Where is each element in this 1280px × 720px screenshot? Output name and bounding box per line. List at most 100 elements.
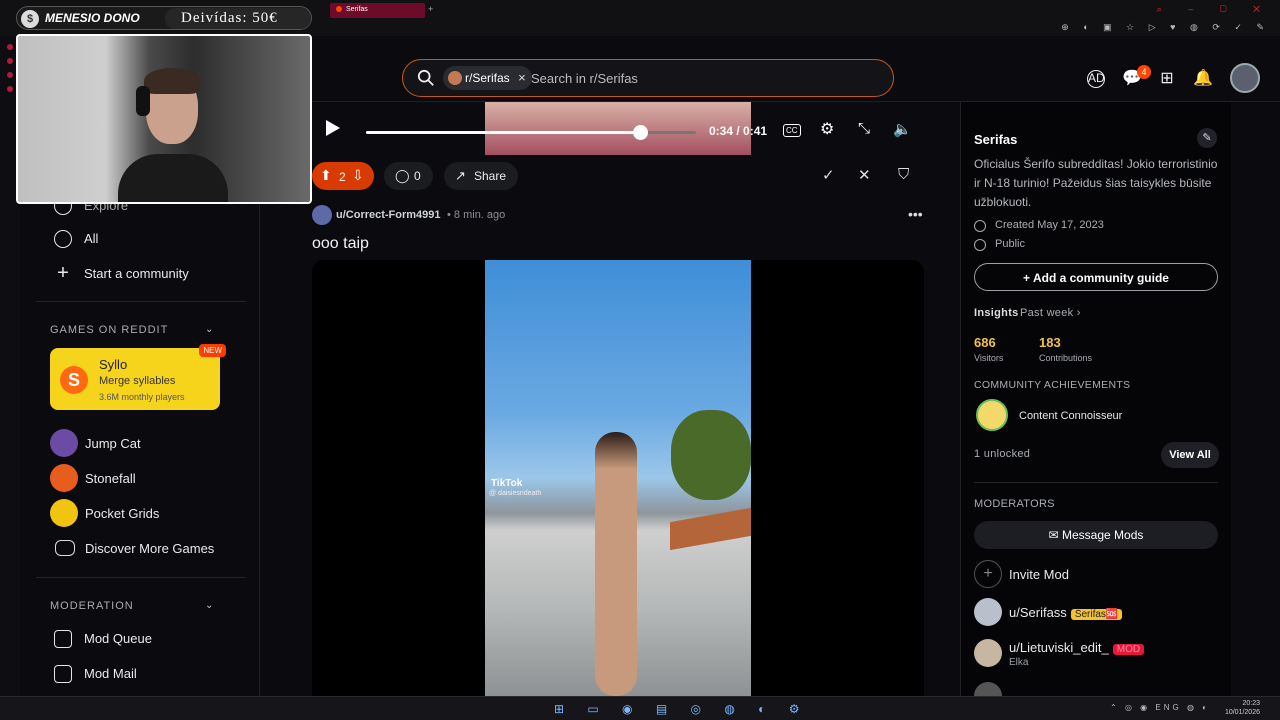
rail-icon[interactable] <box>7 72 13 78</box>
sidebar-item-label: Mod Queue <box>84 631 152 646</box>
upvote-icon[interactable]: ⬆ <box>320 167 332 184</box>
search-input[interactable]: Search in r/Serifas <box>531 71 638 86</box>
all-icon <box>54 230 72 248</box>
pocket-grids-icon <box>50 499 78 527</box>
game-pocket-grids[interactable]: Pocket Grids <box>85 506 159 521</box>
network-icon[interactable]: ◍ ◐ <box>1182 703 1210 712</box>
rail-icon[interactable] <box>7 86 13 92</box>
vote-control: ⬆ 2 ⇩ <box>312 162 374 190</box>
sidebar-item-label: Start a community <box>84 266 189 281</box>
search-scope-chip[interactable]: r/Serifas × <box>443 66 532 90</box>
bell-icon[interactable]: 🔔 <box>1192 68 1214 90</box>
post-title[interactable]: ooo taip <box>312 235 369 253</box>
invite-mod-link[interactable]: Invite Mod <box>1009 567 1069 582</box>
stream-donation-banner: $ MENESIO DONO Deivídas: 50€ <box>16 6 312 30</box>
mod-name-1[interactable]: u/Serifass Šerifas🆘 <box>1009 605 1123 620</box>
game-subtitle: Merge syllables <box>99 375 176 387</box>
edit-icon[interactable]: ✎ <box>1197 128 1217 148</box>
sidebar-item-mod-queue[interactable]: Mod Queue <box>50 627 152 651</box>
mod-queue-icon <box>54 630 72 648</box>
add-community-guide-button[interactable]: + Add a community guide <box>974 263 1218 291</box>
mod-avatar[interactable] <box>974 598 1002 626</box>
rail-icon[interactable] <box>7 58 13 64</box>
insights-label: Insights <box>974 307 1019 319</box>
system-tray[interactable]: ⌃ ◎ ◉ ENG ◍ ◐ <box>1110 703 1210 712</box>
browser-extension-icons[interactable]: ⊕ ◐ ▣ ☆ ▷ ♥ ◍ ⟳ ✓ ✎ <box>1061 22 1270 33</box>
insights-range[interactable]: Past week › <box>1020 307 1081 319</box>
community-description: Oficialus Šerifo subredditas! Jokio terr… <box>974 157 1218 209</box>
mod-name-2[interactable]: u/Lietuviski_edit_ MOD <box>1009 640 1145 655</box>
remove-icon[interactable]: ✕ <box>858 166 871 184</box>
approve-icon[interactable]: ✓ <box>822 166 835 184</box>
mod-username: u/Serifass <box>1009 605 1067 620</box>
divider <box>36 301 246 302</box>
sidebar-item-all[interactable]: All <box>50 227 98 251</box>
create-post-icon[interactable]: ⊞ <box>1156 68 1178 90</box>
tab-serifas[interactable]: Serifas <box>330 3 425 18</box>
video-frame: TikTok @ daisiesndeath <box>485 260 751 696</box>
progress-handle[interactable] <box>632 125 648 140</box>
chevron-down-icon[interactable]: ⌄ <box>205 324 213 335</box>
community-info-card: Serifas ✎ Oficialus Šerifo subredditas! … <box>961 102 1231 710</box>
rail-icon[interactable] <box>7 44 13 50</box>
share-button[interactable]: ↗ Share <box>444 162 519 190</box>
video-time: 0:34 / 0:41 <box>709 124 768 138</box>
discover-more-games[interactable]: Discover More Games <box>85 541 214 556</box>
expand-icon[interactable]: ⤡ <box>858 120 870 137</box>
taskbar-clock[interactable]: 20:23 10/01/2026 <box>1225 699 1260 717</box>
moderators-heading: MODERATORS <box>974 498 1055 510</box>
community-sidebar: Serifas ✎ Oficialus Šerifo subredditas! … <box>960 102 1270 710</box>
video-scene-deck <box>670 507 751 551</box>
comments-button[interactable]: ◯ 0 <box>384 162 433 190</box>
shield-icon[interactable]: ⛉ <box>898 166 909 183</box>
author-avatar[interactable] <box>312 205 332 225</box>
chevron-down-icon[interactable]: ⌄ <box>205 600 213 611</box>
sidebar-item-mod-mail[interactable]: Mod Mail <box>50 662 137 686</box>
play-icon[interactable] <box>326 120 340 136</box>
user-avatar[interactable] <box>1230 63 1260 93</box>
mod-flair: MOD <box>1112 644 1145 655</box>
created-date: Created May 17, 2023 <box>995 219 1104 231</box>
window-controls[interactable]: ⌕ – ▢ ✕ <box>1157 4 1272 15</box>
reddit-favicon-icon <box>336 6 342 13</box>
taskbar-apps[interactable]: ⊞ ▭ ◉ ▤ ◎ ◍ ◐ ⚙ <box>554 702 810 716</box>
post-author[interactable]: u/Correct-Form4991 <box>336 209 441 221</box>
achievements-unlocked: 1 unlocked <box>974 448 1031 460</box>
language-indicator[interactable]: ENG <box>1155 703 1181 712</box>
streamer-torso <box>118 154 228 202</box>
video-progress-bar[interactable] <box>366 125 696 140</box>
more-options-icon[interactable]: ••• <box>908 206 923 222</box>
divider <box>974 482 1218 483</box>
chevron-up-icon[interactable]: ⌃ ◎ ◉ <box>1110 703 1155 712</box>
cake-icon <box>974 220 986 232</box>
vote-count: 2 <box>339 170 346 184</box>
visibility: Public <box>995 238 1025 250</box>
achievement-name[interactable]: Content Connoisseur <box>1019 410 1122 422</box>
remove-scope-icon[interactable]: × <box>518 66 526 90</box>
plus-icon[interactable]: + <box>974 560 1002 588</box>
captions-icon[interactable]: CC <box>783 124 801 137</box>
stonefall-icon <box>50 464 78 492</box>
featured-game-card[interactable]: S Syllo Merge syllables 3.6M monthly pla… <box>50 344 226 410</box>
message-mods-button[interactable]: ✉ Message Mods <box>974 521 1218 549</box>
gear-icon[interactable]: ⚙ <box>820 119 834 139</box>
post-action-row: ⬆ 2 ⇩ ◯ 0 ↗ Share ✓ ✕ ⛉ <box>312 162 924 192</box>
message-mods-label: Message Mods <box>1062 528 1144 542</box>
post-video[interactable]: TikTok @ daisiesndeath <box>312 260 924 696</box>
sidebar-item-start-community[interactable]: + Start a community <box>50 262 189 286</box>
sidebar-item-label: Mod Mail <box>84 666 137 681</box>
game-players: 3.6M monthly players <box>99 392 185 402</box>
downvote-icon[interactable]: ⇩ <box>352 167 364 184</box>
mod-avatar[interactable] <box>974 639 1002 667</box>
view-all-button[interactable]: View All <box>1161 442 1219 468</box>
search-bar[interactable]: r/Serifas × Search in r/Serifas <box>402 59 894 97</box>
achievements-heading: COMMUNITY ACHIEVEMENTS <box>974 379 1131 391</box>
volume-icon[interactable]: 🔈 <box>893 120 912 138</box>
game-jump-cat[interactable]: Jump Cat <box>85 436 141 451</box>
game-stonefall[interactable]: Stonefall <box>85 471 136 486</box>
globe-icon <box>974 239 986 251</box>
headset-icon <box>136 86 150 116</box>
share-label: Share <box>474 169 507 183</box>
ads-icon[interactable]: AD <box>1087 70 1105 88</box>
new-tab-button[interactable]: + <box>428 4 433 14</box>
